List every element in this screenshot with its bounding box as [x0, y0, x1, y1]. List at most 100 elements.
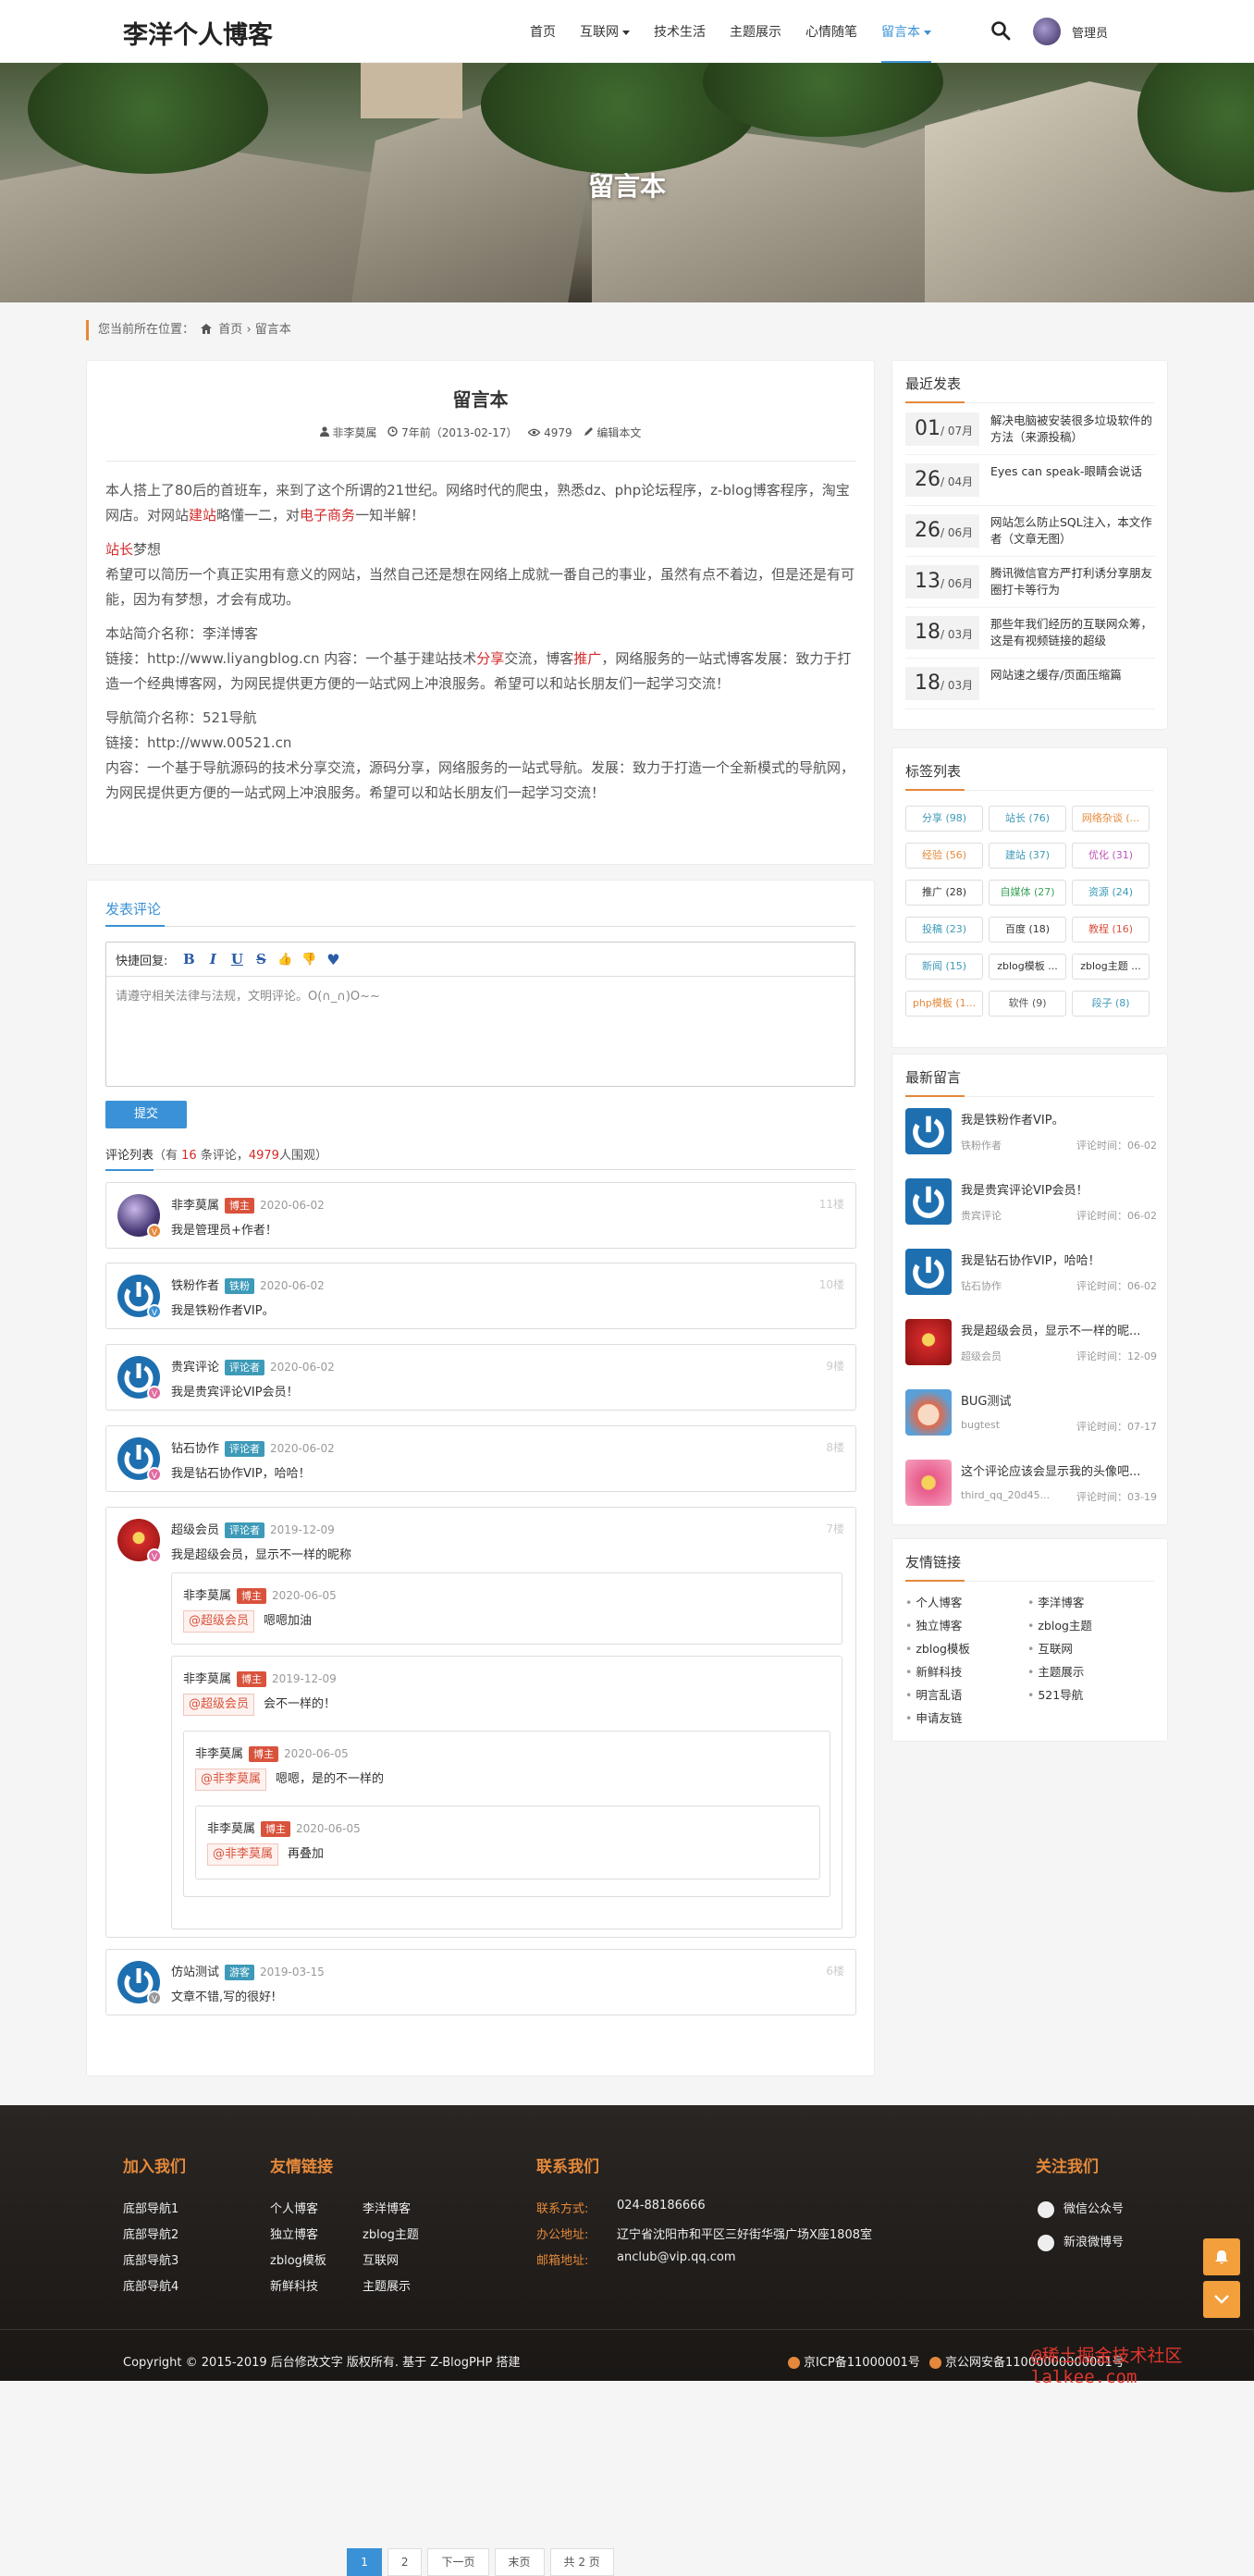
commenter-name[interactable]: 贵宾评论	[171, 1361, 219, 1374]
recent-post-title[interactable]: Eyes can speak-眼睛会说话	[990, 463, 1157, 480]
site-logo[interactable]: 李洋个人博客	[123, 15, 273, 51]
recent-post-item[interactable]: 01/ 07月 解决电脑被安装很多垃圾软件的方法（来源投稿）	[905, 405, 1155, 455]
page-button-2[interactable]: 下一页	[427, 2548, 489, 2576]
footer-friend-link[interactable]: 互联网	[363, 2250, 399, 2268]
page-button-0[interactable]: 1	[347, 2548, 382, 2576]
submit-button[interactable]: 提交	[105, 1101, 187, 1128]
footer-friend-link[interactable]: 主题展示	[363, 2276, 411, 2294]
tag-link[interactable]: 段子 (8)	[1072, 991, 1150, 1017]
article-author[interactable]: 非李莫属	[332, 426, 376, 439]
latest-comment-text[interactable]: 我是超级会员，显示不一样的昵...	[961, 1321, 1157, 1338]
footer-nav-link[interactable]: 底部导航3	[123, 2250, 178, 2268]
latest-comment-item[interactable]: 我是铁粉作者VIP。 铁粉作者 评论时间：06-02	[905, 1099, 1157, 1167]
latest-comment-item[interactable]: BUG测试 bugtest 评论时间：07-17	[905, 1380, 1157, 1448]
friend-link[interactable]: 独立博客	[905, 1616, 962, 1633]
tag-link[interactable]: 教程 (16)	[1072, 917, 1150, 943]
nav-item-1[interactable]: 互联网	[580, 22, 630, 41]
footer-follow-link[interactable]: 新浪微博号	[1038, 2232, 1124, 2251]
footer-nav-link[interactable]: 底部导航1	[123, 2199, 178, 2216]
tag-link[interactable]: 软件 (9)	[989, 991, 1066, 1017]
footer-friend-link[interactable]: zblog模板	[270, 2250, 326, 2268]
footer-friend-link[interactable]: 独立博客	[270, 2225, 318, 2242]
latest-comment-text[interactable]: BUG测试	[961, 1391, 1157, 1409]
reply-author[interactable]: 非李莫属	[183, 1589, 231, 1603]
reply-author[interactable]: 非李莫属	[207, 1822, 255, 1836]
tag-link[interactable]: zblog模板 ...	[989, 954, 1066, 980]
tag-link[interactable]: 优化 (31)	[1072, 843, 1150, 869]
edit-article-link[interactable]: 编辑本文	[596, 426, 641, 439]
commenter-name[interactable]: 非李莫属	[171, 1199, 219, 1213]
page-button-1[interactable]: 2	[387, 2548, 423, 2576]
reply-author[interactable]: 非李莫属	[195, 1747, 243, 1761]
tag-link-tuiguang[interactable]: 推广	[573, 650, 601, 667]
icp-record[interactable]: 京ICP备11000001号	[788, 2352, 920, 2370]
recent-post-title[interactable]: 腾讯微信官方严打利诱分享朋友圈打卡等行为	[990, 565, 1157, 598]
tag-link[interactable]: 分享 (98)	[905, 806, 983, 832]
friend-link[interactable]: zblog模板	[905, 1639, 970, 1657]
friend-link[interactable]: 主题展示	[1027, 1662, 1084, 1680]
thumbs-down-icon[interactable]: 👎	[297, 953, 321, 967]
tag-link[interactable]: 推广 (28)	[905, 880, 983, 906]
friend-link[interactable]: 个人博客	[905, 1593, 962, 1610]
tag-link[interactable]: php模板 (1...	[905, 991, 983, 1017]
recent-post-title[interactable]: 解决电脑被安装很多垃圾软件的方法（来源投稿）	[990, 413, 1157, 446]
recent-post-item[interactable]: 26/ 06月 网站怎么防止SQL注入，本文作者（文章无图）	[905, 507, 1155, 557]
nav-item-3[interactable]: 主题展示	[730, 22, 781, 41]
thumbs-up-icon[interactable]: 👍	[273, 953, 297, 967]
tag-link[interactable]: 百度 (18)	[989, 917, 1066, 943]
notify-button[interactable]	[1203, 2238, 1240, 2275]
latest-comment-text[interactable]: 我是钻石协作VIP，哈哈！	[961, 1251, 1157, 1268]
tag-link[interactable]: zblog主题 ...	[1072, 954, 1150, 980]
friend-link[interactable]: 申请友链	[905, 1708, 962, 1726]
footer-nav-link[interactable]: 底部导航4	[123, 2276, 178, 2294]
latest-comment-item[interactable]: 我是超级会员，显示不一样的昵... 超级会员 评论时间：12-09	[905, 1310, 1157, 1378]
footer-friend-link[interactable]: 新鲜科技	[270, 2276, 318, 2294]
commenter-name[interactable]: 钻石协作	[171, 1442, 219, 1456]
tag-link-zhanzhang[interactable]: 站长	[105, 541, 133, 558]
tag-link-fenxiang[interactable]: 分享	[476, 650, 504, 667]
reply-mention[interactable]: @非李莫属	[207, 1843, 279, 1866]
recent-post-title[interactable]: 网站怎么防止SQL注入，本文作者（文章无图）	[990, 514, 1157, 548]
strike-button[interactable]: S	[249, 951, 273, 968]
bold-button[interactable]: B	[177, 951, 201, 968]
nav-item-2[interactable]: 技术生活	[654, 22, 706, 41]
tag-link-dianzishangwu[interactable]: 电子商务	[300, 507, 355, 524]
tag-link[interactable]: 建站 (37)	[989, 843, 1066, 869]
recent-post-item[interactable]: 18/ 03月 那些年我们经历的互联网众筹，这是有视频链接的超级	[905, 609, 1155, 659]
latest-comment-item[interactable]: 我是贵宾评论VIP会员！ 贵宾评论 评论时间：06-02	[905, 1169, 1157, 1238]
footer-friend-link[interactable]: zblog主题	[363, 2225, 419, 2242]
footer-follow-link[interactable]: 微信公众号	[1038, 2199, 1124, 2218]
comment-textarea[interactable]: 请遵守相关法律与法规，文明评论。O(∩_∩)O~~	[106, 977, 854, 1013]
search-icon[interactable]	[990, 19, 1012, 42]
reply-mention[interactable]: @超级会员	[183, 1694, 255, 1716]
recent-post-item[interactable]: 26/ 04月 Eyes can speak-眼睛会说话	[905, 456, 1155, 506]
page-button-4[interactable]: 共 2 页	[549, 2548, 614, 2576]
page-button-3[interactable]: 末页	[494, 2548, 545, 2576]
recent-post-item[interactable]: 18/ 03月 网站速之缓存/页面压缩篇	[905, 659, 1155, 709]
tag-link[interactable]: 新闻 (15)	[905, 954, 983, 980]
commenter-name[interactable]: 仿站测试	[171, 1966, 219, 1979]
friend-link[interactable]: 521导航	[1027, 1685, 1083, 1703]
latest-comment-item[interactable]: 我是钻石协作VIP，哈哈！ 钻石协作 评论时间：06-02	[905, 1239, 1157, 1308]
nav-item-4[interactable]: 心情随笔	[805, 22, 857, 41]
back-to-top-button[interactable]	[1203, 2281, 1240, 2318]
nav-item-5[interactable]: 留言本	[881, 22, 931, 63]
tag-link[interactable]: 自媒体 (27)	[989, 880, 1066, 906]
friend-link[interactable]: 李洋博客	[1027, 1593, 1084, 1610]
italic-button[interactable]: I	[201, 951, 225, 968]
reply-mention[interactable]: @非李莫属	[195, 1769, 267, 1791]
footer-friend-link[interactable]: 李洋博客	[363, 2199, 411, 2216]
commenter-name[interactable]: 铁粉作者	[171, 1279, 219, 1293]
recent-post-title[interactable]: 那些年我们经历的互联网众筹，这是有视频链接的超级	[990, 616, 1157, 649]
tag-link[interactable]: 投稿 (23)	[905, 917, 983, 943]
friend-link[interactable]: 明言乱语	[905, 1685, 962, 1703]
footer-nav-link[interactable]: 底部导航2	[123, 2225, 178, 2242]
tag-link[interactable]: 站长 (76)	[989, 806, 1066, 832]
commenter-name[interactable]: 超级会员	[171, 1523, 219, 1537]
friend-link[interactable]: 新鲜科技	[905, 1662, 962, 1680]
latest-comment-item[interactable]: 这个评论应该会显示我的头像吧... third_qq_20d45... 评论时间：0…	[905, 1450, 1157, 1519]
latest-comment-text[interactable]: 我是贵宾评论VIP会员！	[961, 1180, 1157, 1198]
tag-link-jianzhan[interactable]: 建站	[189, 507, 216, 524]
nav-item-0[interactable]: 首页	[530, 22, 556, 41]
latest-comment-text[interactable]: 我是铁粉作者VIP。	[961, 1110, 1157, 1128]
